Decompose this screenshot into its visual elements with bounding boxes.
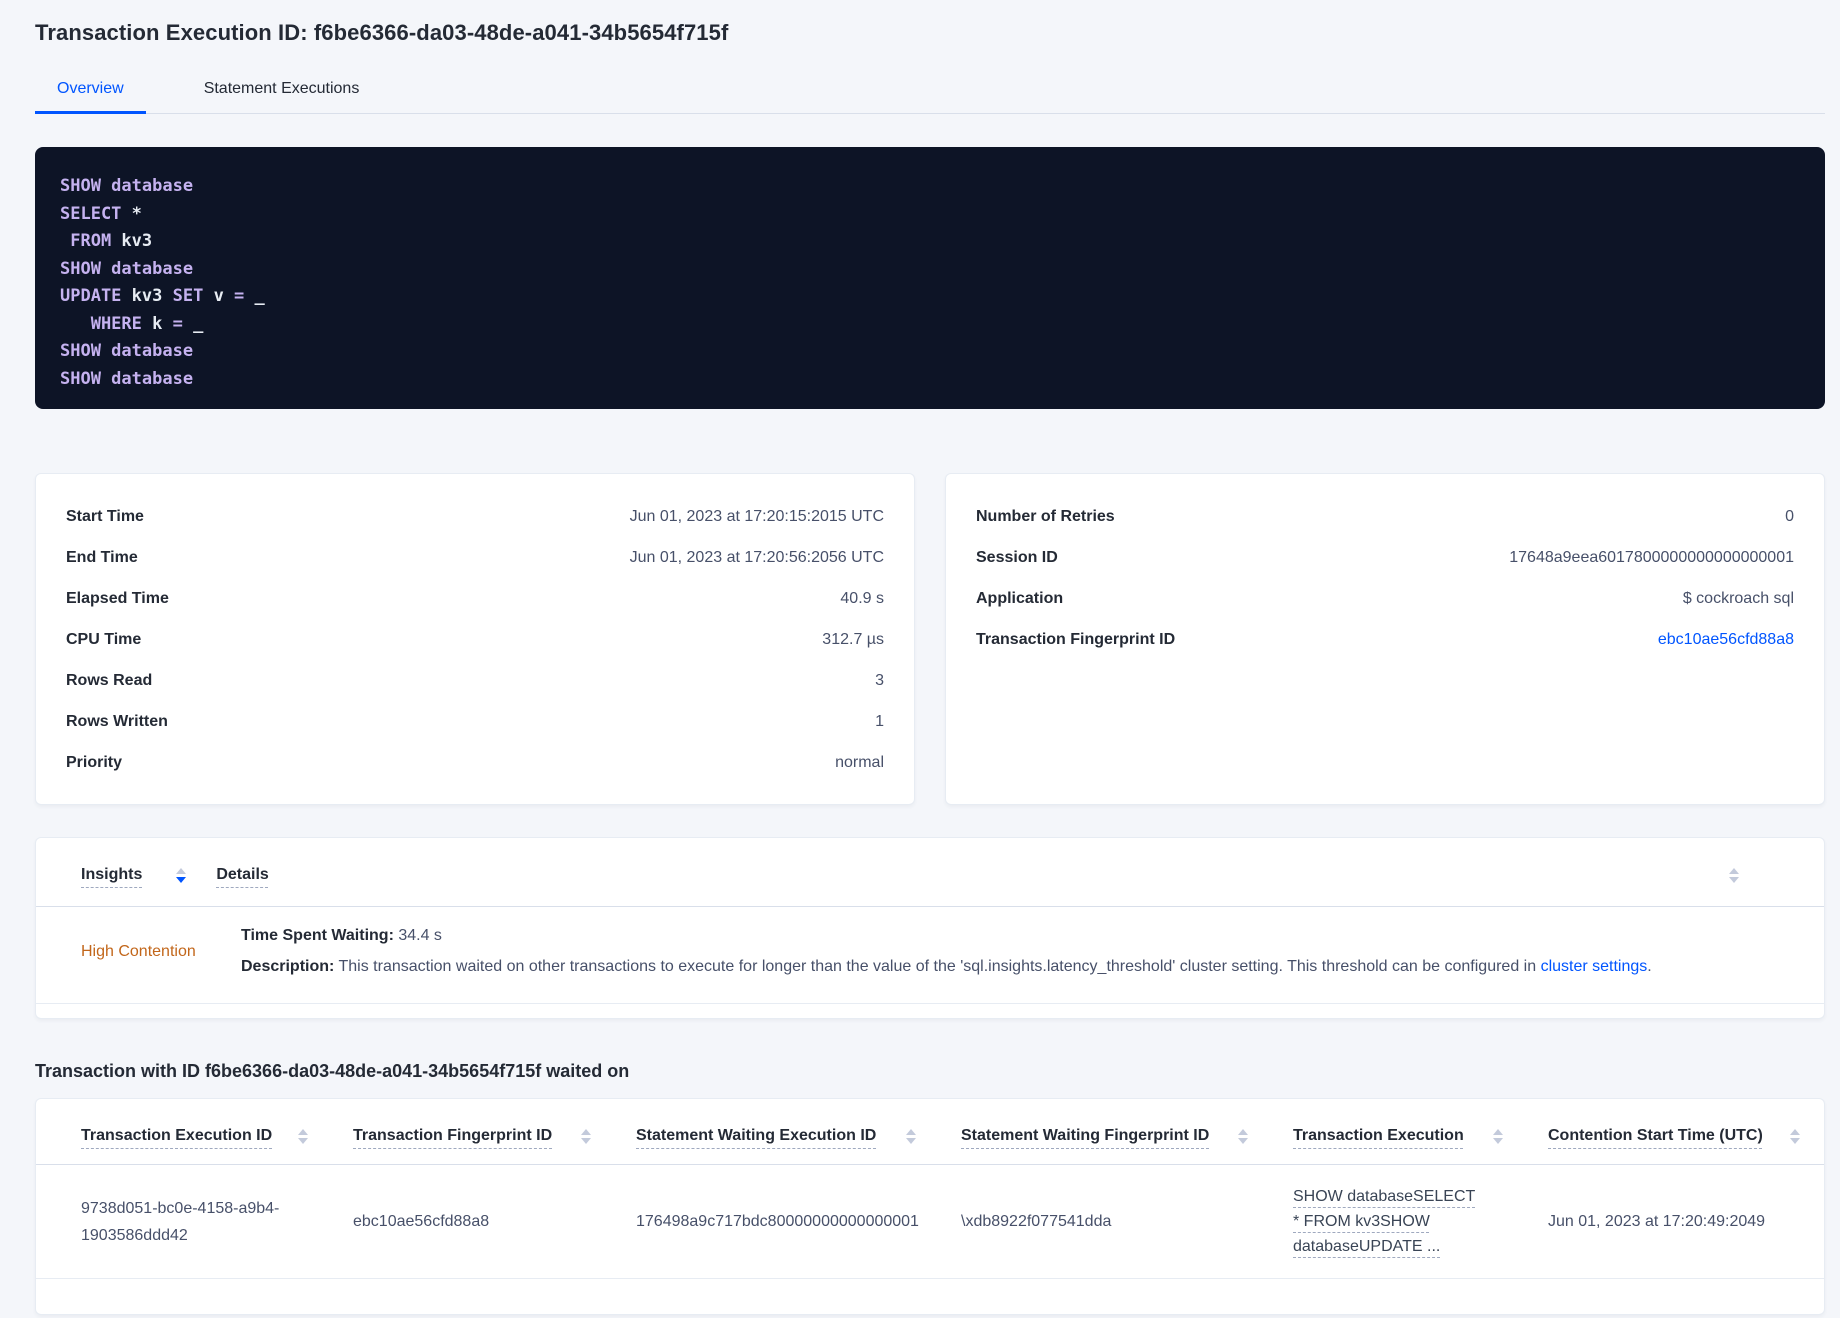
column-header-statement-waiting-execution-id: Statement Waiting Execution ID xyxy=(636,1127,961,1145)
waited-on-section-heading: Transaction with ID f6be6366-da03-48de-a… xyxy=(35,1061,630,1081)
description-line: Description: This transaction waited on … xyxy=(241,958,1652,975)
tab-overview[interactable]: Overview xyxy=(35,70,146,114)
cell-transaction-execution: SHOW databaseSELECT * FROM kv3SHOW datab… xyxy=(1293,1184,1548,1260)
column-header-contention-start-time: Contention Start Time (UTC) xyxy=(1548,1127,1806,1145)
tab-statement-executions[interactable]: Statement Executions xyxy=(182,70,382,114)
column-header-transaction-execution: Transaction Execution xyxy=(1293,1127,1548,1145)
transaction-details-page: Transaction Execution ID: f6be6366-da03-… xyxy=(0,0,1840,1318)
column-header-transaction-fingerprint-id: Transaction Fingerprint ID xyxy=(353,1127,636,1145)
timing-details-card: Start Time Jun 01, 2023 at 17:20:15:2015… xyxy=(35,473,915,805)
sql-line: UPDATE kv3 SET v = _ xyxy=(60,286,265,306)
details-column-header[interactable]: Details xyxy=(216,866,268,884)
sql-line: WHERE k = _ xyxy=(60,313,204,334)
detail-row-rows-written: Rows Written 1 xyxy=(66,712,884,730)
detail-row-transaction-fingerprint-id: Transaction Fingerprint ID ebc10ae56cfd8… xyxy=(976,630,1794,649)
tab-bar: Overview Statement Executions xyxy=(35,70,1825,114)
transaction-execution-link[interactable]: SHOW databaseSELECT * FROM kv3SHOW datab… xyxy=(1293,1184,1479,1259)
sql-line: SHOW database xyxy=(60,258,194,279)
cell-statement-waiting-execution-id: 176498a9c717bdc80000000000000001 xyxy=(636,1213,919,1230)
session-details-card: Number of Retries 0 Session ID 17648a9ee… xyxy=(945,473,1825,805)
waited-on-table-header: Transaction Execution ID Transaction Fin… xyxy=(36,1099,1824,1165)
insight-details: Time Spent Waiting: 34.4 s Description: … xyxy=(241,926,1779,977)
transaction-fingerprint-id-link[interactable]: ebc10ae56cfd88a8 xyxy=(1658,631,1794,649)
sql-line: SELECT * xyxy=(60,203,142,224)
detail-row-end-time: End Time Jun 01, 2023 at 17:20:56:2056 U… xyxy=(66,548,884,566)
detail-row-number-of-retries: Number of Retries 0 xyxy=(976,507,1794,525)
page-title: Transaction Execution ID: f6be6366-da03-… xyxy=(35,20,729,45)
insights-table-footer xyxy=(36,1004,1824,1018)
sql-line: SHOW database xyxy=(60,176,194,196)
detail-row-application: Application $ cockroach sql xyxy=(976,589,1794,607)
sort-icon-statement-waiting-fingerprint-id[interactable] xyxy=(1238,1128,1248,1144)
cell-contention-start-time: Jun 01, 2023 at 17:20:49:2049 xyxy=(1548,1213,1766,1230)
sort-icon-transaction-fingerprint-id[interactable] xyxy=(581,1128,591,1144)
sort-icon-contention-start-time[interactable] xyxy=(1790,1128,1800,1144)
cluster-settings-link[interactable]: cluster settings xyxy=(1541,958,1648,975)
cell-statement-waiting-fingerprint-id: \xdb8922f077541dda xyxy=(961,1213,1112,1230)
cell-transaction-fingerprint-id: ebc10ae56cfd88a8 xyxy=(353,1213,490,1230)
detail-row-start-time: Start Time Jun 01, 2023 at 17:20:15:2015… xyxy=(66,507,884,525)
time-spent-waiting-line: Time Spent Waiting: 34.4 s xyxy=(241,927,442,944)
detail-row-priority: Priority normal xyxy=(66,753,884,771)
table-row: 9738d051-bc0e-4158-a9b4-1903586ddd42 ebc… xyxy=(36,1165,1824,1279)
detail-row-session-id: Session ID 17648a9eea6017800000000000000… xyxy=(976,548,1794,566)
insights-table-header: Insights Details xyxy=(36,838,1824,907)
detail-row-elapsed-time: Elapsed Time 40.9 s xyxy=(66,589,884,607)
sort-icon-transaction-execution[interactable] xyxy=(1493,1128,1503,1144)
sql-statement-box: SHOW database SELECT * FROM kv3 SHOW dat… xyxy=(35,147,1825,409)
cell-transaction-execution-id: 9738d051-bc0e-4158-a9b4-1903586ddd42 xyxy=(81,1199,280,1244)
waited-on-table-card: Transaction Execution ID Transaction Fin… xyxy=(35,1098,1825,1315)
insight-row-high-contention: High Contention Time Spent Waiting: 34.4… xyxy=(36,907,1824,1004)
sort-icon-statement-waiting-execution-id[interactable] xyxy=(906,1128,916,1144)
insight-type-label: High Contention xyxy=(81,942,196,960)
sort-icon-table-right[interactable] xyxy=(1729,867,1739,883)
sql-line: FROM kv3 xyxy=(60,231,153,251)
column-header-statement-waiting-fingerprint-id: Statement Waiting Fingerprint ID xyxy=(961,1127,1293,1145)
insights-table-card: Insights Details High Contention Time Sp… xyxy=(35,837,1825,1019)
detail-row-rows-read: Rows Read 3 xyxy=(66,671,884,689)
sort-icon-insights[interactable] xyxy=(176,867,187,883)
sql-line: SHOW database xyxy=(60,368,194,389)
column-header-transaction-execution-id: Transaction Execution ID xyxy=(81,1127,353,1145)
sql-line: SHOW database xyxy=(60,341,194,361)
sort-icon-transaction-execution-id[interactable] xyxy=(298,1128,308,1144)
detail-row-cpu-time: CPU Time 312.7 µs xyxy=(66,630,884,648)
detail-cards-row: Start Time Jun 01, 2023 at 17:20:15:2015… xyxy=(35,473,1825,805)
insights-column-header[interactable]: Insights xyxy=(81,866,142,884)
